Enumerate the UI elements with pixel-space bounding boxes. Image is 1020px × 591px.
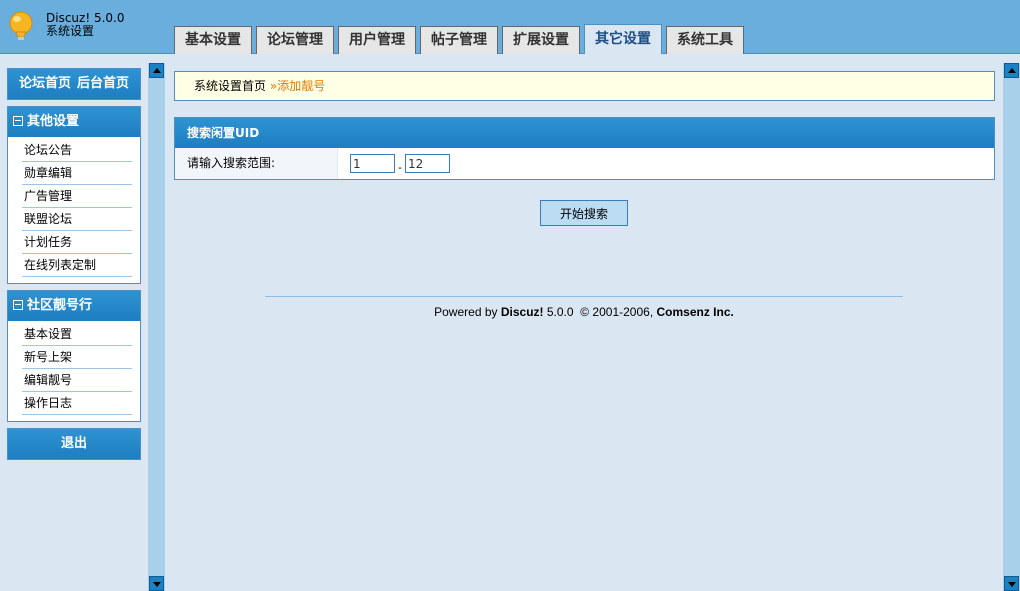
- app-name: Discuz! 5.0.0 系统设置: [46, 12, 125, 38]
- tab-other-settings[interactable]: 其它设置: [584, 24, 662, 54]
- logout-button[interactable]: 退出: [8, 429, 140, 459]
- sidebar-item-edit-vanity-ids[interactable]: 编辑靓号: [22, 369, 132, 392]
- range-label: 请输入搜索范围:: [175, 148, 338, 179]
- powered-by-text: Powered by: [434, 305, 498, 319]
- sidebar-item-basic-settings[interactable]: 基本设置: [22, 323, 132, 346]
- tab-forum-management[interactable]: 论坛管理: [256, 26, 334, 54]
- breadcrumb: 系统设置首页 »添加靓号: [174, 71, 995, 101]
- main-scrollbar[interactable]: [1003, 63, 1020, 591]
- start-search-button[interactable]: 开始搜索: [540, 200, 628, 226]
- footer: Powered by Discuz! 5.0.0 © 2001-2006, Co…: [265, 305, 903, 319]
- section-menu: 基本设置 新号上架 编辑靓号 操作日志: [8, 321, 140, 421]
- main-tabs: 基本设置 论坛管理 用户管理 帖子管理 扩展设置 其它设置 系统工具: [174, 24, 748, 54]
- search-uid-panel: 搜索闲置UID 请输入搜索范围: -: [174, 117, 995, 180]
- footer-divider: [265, 296, 903, 297]
- collapse-icon[interactable]: [13, 300, 23, 310]
- sidebar-item-ad-management[interactable]: 广告管理: [22, 185, 132, 208]
- header: Discuz! 5.0.0 系统设置 基本设置 论坛管理 用户管理 帖子管理 扩…: [0, 0, 1020, 54]
- sidebar-item-online-list[interactable]: 在线列表定制: [22, 254, 132, 277]
- version-text: 5.0.0: [546, 305, 574, 319]
- sidebar-section-vanity-ids: 社区靓号行 基本设置 新号上架 编辑靓号 操作日志: [7, 290, 141, 422]
- admin-home-link[interactable]: 后台首页: [77, 76, 129, 91]
- sidebar-item-scheduled-tasks[interactable]: 计划任务: [22, 231, 132, 254]
- scroll-down-arrow-icon[interactable]: [149, 576, 164, 591]
- sidebar-section-other-settings: 其他设置 论坛公告 勋章编辑 广告管理 联盟论坛 计划任务 在线列表定制: [7, 106, 141, 284]
- section-menu: 论坛公告 勋章编辑 广告管理 联盟论坛 计划任务 在线列表定制: [8, 137, 140, 283]
- tab-basic-settings[interactable]: 基本设置: [174, 26, 252, 54]
- company-link[interactable]: Comsenz Inc.: [657, 305, 734, 319]
- breadcrumb-current: 添加靓号: [277, 79, 326, 93]
- logout-box: 退出: [7, 428, 141, 460]
- section-header[interactable]: 社区靓号行: [8, 291, 140, 321]
- range-from-input[interactable]: [350, 154, 395, 173]
- section-title: 社区靓号行: [27, 298, 93, 313]
- sidebar-item-medal-edit[interactable]: 勋章编辑: [22, 162, 132, 185]
- lightbulb-logo-icon: [9, 11, 33, 40]
- scroll-up-arrow-icon[interactable]: [149, 63, 164, 78]
- collapse-icon[interactable]: [13, 116, 23, 126]
- brand-link[interactable]: Discuz!: [501, 305, 544, 319]
- section-title: 其他设置: [27, 114, 80, 129]
- range-inputs: -: [338, 148, 450, 179]
- sidebar-item-announcements[interactable]: 论坛公告: [22, 139, 132, 162]
- tab-user-management[interactable]: 用户管理: [338, 26, 416, 54]
- scroll-down-arrow-icon[interactable]: [1004, 576, 1019, 591]
- range-row: 请输入搜索范围: -: [175, 148, 994, 179]
- sidebar-item-forum-alliance[interactable]: 联盟论坛: [22, 208, 132, 231]
- copyright-text: © 2001-2006,: [580, 305, 654, 319]
- tab-post-management[interactable]: 帖子管理: [420, 26, 498, 54]
- quick-links: 论坛首页 后台首页: [8, 69, 140, 99]
- sidebar-item-operation-log[interactable]: 操作日志: [22, 392, 132, 415]
- tab-system-tools[interactable]: 系统工具: [666, 26, 744, 54]
- quick-links-box: 论坛首页 后台首页: [7, 68, 141, 100]
- tab-extended-settings[interactable]: 扩展设置: [502, 26, 580, 54]
- breadcrumb-home-link[interactable]: 系统设置首页: [194, 79, 266, 93]
- range-to-input[interactable]: [405, 154, 450, 173]
- forum-home-link[interactable]: 论坛首页: [19, 76, 71, 91]
- app-subtitle: 系统设置: [46, 24, 95, 38]
- scroll-up-arrow-icon[interactable]: [1004, 63, 1019, 78]
- sidebar-scrollbar[interactable]: [148, 63, 165, 591]
- sidebar: 论坛首页 后台首页 其他设置 论坛公告 勋章编辑 广告管理 联盟论坛 计划任务 在…: [7, 68, 141, 466]
- range-dash: -: [398, 161, 402, 174]
- sidebar-item-new-listings[interactable]: 新号上架: [22, 346, 132, 369]
- panel-title: 搜索闲置UID: [175, 118, 994, 148]
- section-header[interactable]: 其他设置: [8, 107, 140, 137]
